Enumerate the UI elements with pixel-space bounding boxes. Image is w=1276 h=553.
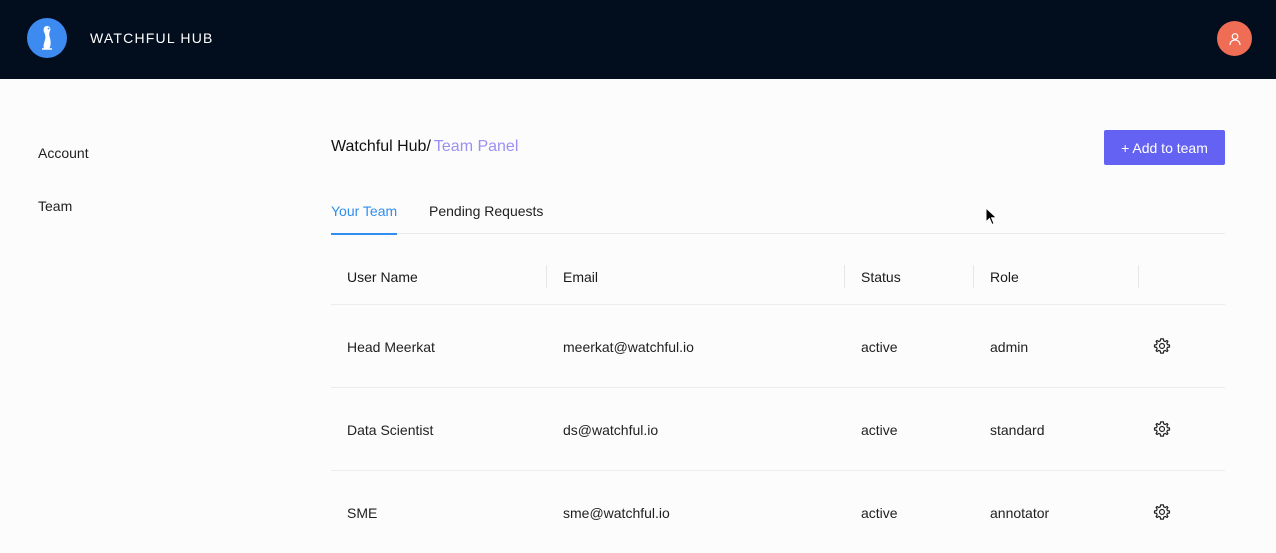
- breadcrumb-root[interactable]: Watchful Hub/: [331, 138, 431, 155]
- gear-icon[interactable]: [1153, 503, 1171, 521]
- role-cell: standard: [990, 422, 1045, 438]
- email-cell: ds@watchful.io: [563, 422, 659, 438]
- column-divider: [546, 265, 547, 288]
- column-header-email[interactable]: Email: [563, 269, 598, 285]
- team-tabs: Your Team Pending Requests: [331, 200, 1225, 235]
- breadcrumb: Watchful Hub/Team Panel: [331, 138, 518, 156]
- column-divider: [973, 265, 974, 288]
- mouse-cursor-icon: [985, 207, 998, 226]
- gear-icon[interactable]: [1153, 337, 1171, 355]
- meerkat-logo-icon[interactable]: [27, 18, 67, 58]
- table-row: SME sme@watchful.io active annotator: [331, 471, 1225, 553]
- table-row: Data Scientist ds@watchful.io active sta…: [331, 388, 1225, 471]
- column-header-status[interactable]: Status: [861, 269, 901, 285]
- status-cell: active: [861, 422, 898, 438]
- team-table: User Name Email Status Role Head Meerkat…: [331, 250, 1225, 553]
- column-header-user-name[interactable]: User Name: [347, 269, 418, 285]
- column-divider: [844, 265, 845, 288]
- column-header-role[interactable]: Role: [990, 269, 1019, 285]
- user-avatar-button[interactable]: [1217, 21, 1252, 56]
- user-name-cell: SME: [347, 505, 378, 521]
- email-cell: sme@watchful.io: [563, 505, 670, 521]
- app-title: WATCHFUL HUB: [90, 30, 214, 46]
- user-name-cell: Head Meerkat: [347, 339, 435, 355]
- tab-pending-requests[interactable]: Pending Requests: [429, 203, 543, 233]
- tab-your-team[interactable]: Your Team: [331, 203, 397, 235]
- top-bar: WATCHFUL HUB: [0, 0, 1276, 79]
- email-cell: meerkat@watchful.io: [563, 339, 694, 355]
- user-icon: [1228, 32, 1241, 45]
- role-cell: annotator: [990, 505, 1050, 521]
- role-cell: admin: [990, 339, 1029, 355]
- sidebar-item-team[interactable]: Team: [38, 198, 72, 214]
- column-divider: [1138, 265, 1139, 288]
- breadcrumb-current: Team Panel: [433, 138, 519, 155]
- table-header: User Name Email Status Role: [331, 250, 1225, 305]
- add-to-team-button[interactable]: + Add to team: [1104, 130, 1225, 165]
- status-cell: active: [861, 505, 898, 521]
- status-cell: active: [861, 339, 898, 355]
- sidebar-item-account[interactable]: Account: [38, 145, 89, 161]
- user-name-cell: Data Scientist: [347, 422, 434, 438]
- table-row: Head Meerkat meerkat@watchful.io active …: [331, 305, 1225, 388]
- gear-icon[interactable]: [1153, 420, 1171, 438]
